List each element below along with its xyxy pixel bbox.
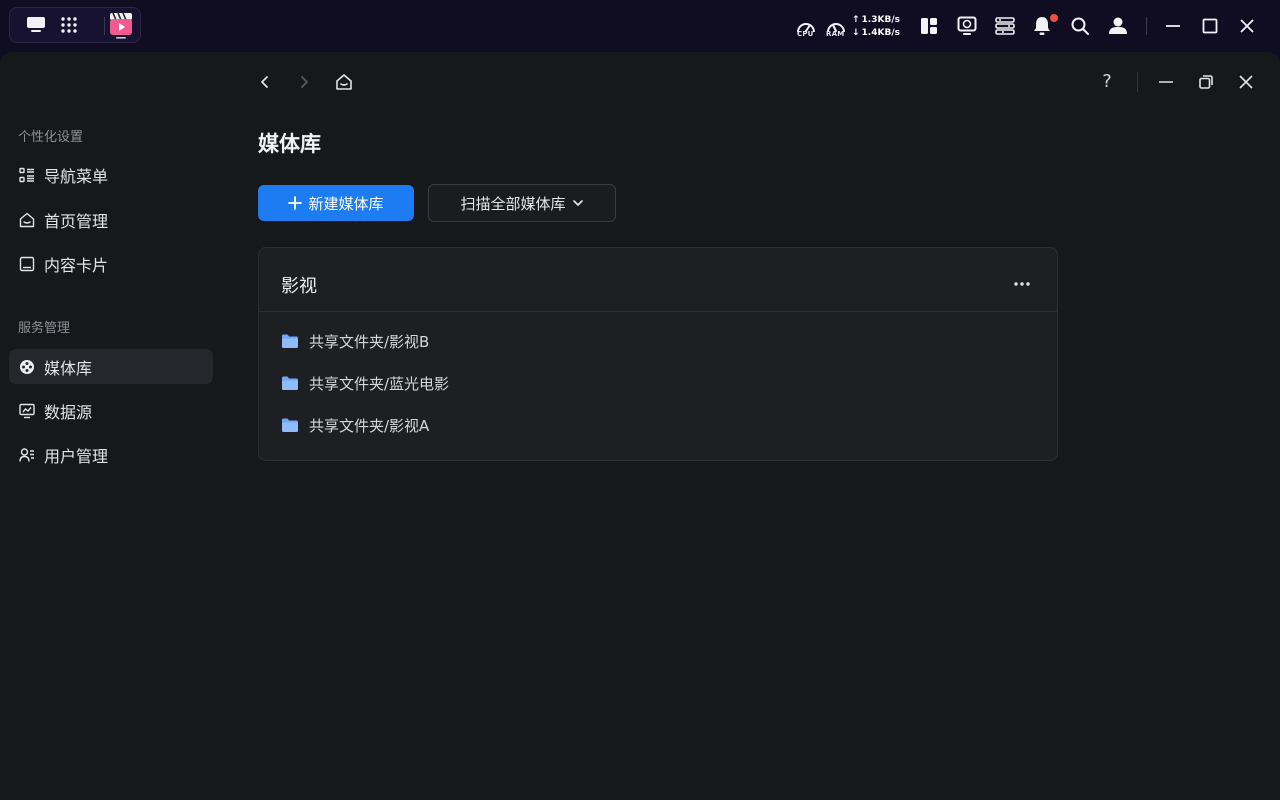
sidebar-item-label: 媒体库 <box>44 358 93 378</box>
download-arrow-icon: ↓ <box>852 28 860 38</box>
tray-divider <box>1146 17 1147 35</box>
sidebar-item-label: 数据源 <box>44 402 93 422</box>
minimize-button[interactable] <box>1154 70 1178 94</box>
os-minimize-icon[interactable] <box>1162 0 1184 52</box>
home-icon <box>19 212 35 228</box>
sidebar-group-service-management: 服务管理 <box>18 321 71 336</box>
minimize-icon <box>1159 81 1173 83</box>
sidebar-item-label: 用户管理 <box>44 446 109 466</box>
taskbar-launcher <box>9 7 141 43</box>
network-speed[interactable]: ↑ 1.3KB/s ↓ 1.4KB/s <box>852 14 900 40</box>
help-button[interactable]: ? <box>1097 69 1117 95</box>
launcher-divider <box>104 17 105 35</box>
forward-button[interactable] <box>292 70 316 94</box>
library-card-title: 影视 <box>281 276 317 297</box>
download-speed: 1.4KB/s <box>861 28 900 38</box>
home-icon <box>336 74 352 90</box>
sidebar-item-media-library[interactable]: 媒体库 <box>9 349 213 384</box>
more-dots-icon <box>1014 282 1030 286</box>
os-close-icon[interactable] <box>1236 0 1258 52</box>
close-icon <box>1239 75 1253 89</box>
sidebar-group-personalization: 个性化设置 <box>18 130 84 145</box>
new-library-label: 新建媒体库 <box>308 194 384 213</box>
os-maximize-icon[interactable] <box>1199 0 1221 52</box>
restore-button[interactable] <box>1194 70 1218 94</box>
folder-row[interactable]: 共享文件夹/蓝光电影 <box>281 371 449 395</box>
user-account-icon[interactable] <box>1106 0 1130 52</box>
scan-all-label: 扫描全部媒体库 <box>460 194 566 213</box>
monitor-chart-icon <box>19 403 35 419</box>
library-card: 影视 共享文件夹/影视B 共享文件夹/蓝光电影 共享文件夹/影视A <box>258 247 1058 461</box>
window-controls-divider <box>1137 72 1138 92</box>
sidebar-item-data-sources[interactable]: 数据源 <box>9 393 213 428</box>
settings-window: ? 个性化设置 导航菜单 首页管理 内容卡片 服务管理 媒体库 数据源 用户管理… <box>0 52 1280 800</box>
chevron-left-icon <box>261 76 268 88</box>
folder-icon <box>282 418 298 432</box>
scan-all-libraries-button[interactable]: 扫描全部媒体库 <box>428 184 616 222</box>
sidebar-item-home-management[interactable]: 首页管理 <box>9 202 213 237</box>
folder-icon <box>282 376 298 390</box>
chevron-down-icon <box>572 200 583 206</box>
sidebar-item-nav-menu[interactable]: 导航菜单 <box>9 157 213 192</box>
notification-bell-icon[interactable] <box>1031 0 1053 52</box>
app-grid-icon[interactable] <box>54 8 84 42</box>
sidebar-item-label: 导航菜单 <box>44 166 109 186</box>
new-library-button[interactable]: 新建媒体库 <box>258 185 414 221</box>
upload-speed: 1.3KB/s <box>861 15 900 25</box>
more-options-button[interactable] <box>1007 272 1037 296</box>
ram-label: RAM <box>826 30 845 38</box>
film-reel-icon <box>19 359 35 375</box>
cpu-gauge-icon[interactable] <box>794 0 818 52</box>
folder-path: 共享文件夹/影视B <box>309 332 430 351</box>
page-title: 媒体库 <box>258 132 321 156</box>
sidebar-item-content-cards[interactable]: 内容卡片 <box>9 246 213 281</box>
folder-row[interactable]: 共享文件夹/影视B <box>281 329 429 353</box>
folder-path: 共享文件夹/蓝光电影 <box>309 374 450 393</box>
video-app-icon[interactable] <box>106 8 136 42</box>
card-divider <box>259 311 1057 312</box>
layout-panel-icon[interactable] <box>918 0 940 52</box>
ram-gauge-icon[interactable] <box>824 0 848 52</box>
notification-dot <box>1049 13 1059 23</box>
folder-path: 共享文件夹/影视A <box>309 416 430 435</box>
sidebar-item-user-management[interactable]: 用户管理 <box>9 437 213 472</box>
remote-monitor-icon[interactable] <box>955 0 979 52</box>
home-button[interactable] <box>332 70 356 94</box>
search-icon[interactable] <box>1069 0 1091 52</box>
plus-icon <box>288 193 303 213</box>
chevron-right-icon <box>301 76 308 88</box>
card-icon <box>19 256 35 272</box>
server-settings-icon[interactable] <box>993 0 1017 52</box>
folder-row[interactable]: 共享文件夹/影视A <box>281 413 429 437</box>
folder-icon <box>282 334 298 348</box>
back-button[interactable] <box>253 70 277 94</box>
close-button[interactable] <box>1234 70 1258 94</box>
desktop-icon[interactable] <box>21 8 51 42</box>
users-icon <box>19 447 35 463</box>
upload-arrow-icon: ↑ <box>852 15 860 25</box>
sidebar-item-label: 内容卡片 <box>44 255 109 275</box>
restore-icon <box>1199 75 1213 89</box>
list-icon <box>19 167 35 183</box>
sidebar-item-label: 首页管理 <box>44 211 109 231</box>
cpu-label: CPU <box>797 30 814 38</box>
os-taskbar: CPU RAM ↑ 1.3KB/s ↓ 1.4KB/s <box>0 0 1280 52</box>
